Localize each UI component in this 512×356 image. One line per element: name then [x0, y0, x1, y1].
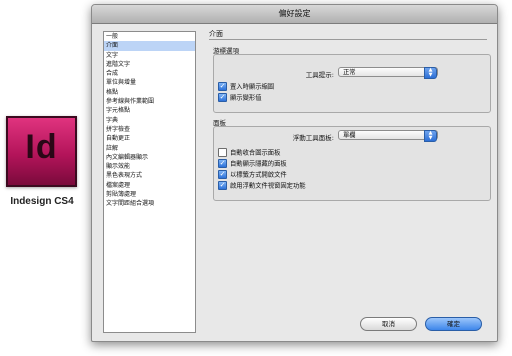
- indesign-logo: Id: [6, 116, 77, 187]
- section-title: 介面: [209, 30, 223, 38]
- product-name: Indesign CS4: [10, 196, 74, 207]
- sidebar-item-type[interactable]: 文字: [104, 51, 195, 60]
- auto-collapse-checkbox[interactable]: [218, 148, 227, 157]
- window-title: 偏好設定: [278, 9, 311, 18]
- show-transform-checkbox[interactable]: ✓: [218, 93, 227, 102]
- sidebar-item-story-editor[interactable]: 內文編輯器顯示: [104, 153, 195, 162]
- floating-tools-select[interactable]: 單欄 ▲ ▼: [338, 130, 438, 142]
- sidebar-item-advanced-type[interactable]: 進階文字: [104, 60, 195, 69]
- auto-collapse-label: 自動收合圖示面板: [230, 149, 281, 157]
- auto-show-hidden-checkbox[interactable]: ✓: [218, 159, 227, 168]
- tool-tips-value: 正常: [343, 69, 356, 76]
- sidebar-item-file-handling[interactable]: 檔案處理: [104, 181, 195, 190]
- show-transform-checkbox-row[interactable]: ✓ 顯示變形值: [218, 93, 261, 102]
- tool-tips-select[interactable]: 正常 ▲ ▼: [338, 67, 438, 79]
- preferences-window: 偏好設定 一般 介面 文字 進階文字 合成 單位與增量 格點 參考線與作業範圍 …: [91, 4, 498, 342]
- place-thumbnail-label: 置入時顯示縮圖: [230, 83, 275, 91]
- title-bar[interactable]: 偏好設定: [92, 5, 497, 24]
- floating-tools-label: 浮動工具面板:: [292, 134, 334, 142]
- sidebar-item-frame-grid[interactable]: 字元格點: [104, 106, 195, 115]
- sidebar-item-composition[interactable]: 合成: [104, 69, 195, 78]
- open-as-tabs-checkbox[interactable]: ✓: [218, 170, 227, 179]
- open-as-tabs-label: 以標籤方式開啟文件: [230, 171, 287, 179]
- sidebar-item-interface[interactable]: 介面: [104, 41, 195, 51]
- sidebar-item-units[interactable]: 單位與增量: [104, 78, 195, 87]
- sidebar-item-guides[interactable]: 參考線與作業範圍: [104, 97, 195, 106]
- floating-docking-checkbox-row[interactable]: ✓ 啟用浮動文件視窗固定功能: [218, 181, 306, 190]
- sidebar-item-appearance-of-black[interactable]: 黑色表現方式: [104, 171, 195, 180]
- sidebar-item-grids[interactable]: 格點: [104, 88, 195, 97]
- logo-text: Id: [25, 128, 58, 166]
- ok-button[interactable]: 確定: [425, 317, 482, 331]
- sidebar-item-mojikumi[interactable]: 文字間距組合選項: [104, 199, 195, 208]
- floating-docking-label: 啟用浮動文件視窗固定功能: [230, 182, 306, 190]
- preferences-category-list[interactable]: 一般 介面 文字 進階文字 合成 單位與增量 格點 參考線與作業範圍 字元格點 …: [103, 31, 196, 333]
- sidebar-item-general[interactable]: 一般: [104, 32, 195, 41]
- sidebar-item-spelling[interactable]: 拼字檢查: [104, 125, 195, 134]
- floating-docking-checkbox[interactable]: ✓: [218, 181, 227, 190]
- floating-tools-value: 單欄: [343, 132, 356, 139]
- place-thumbnail-checkbox[interactable]: ✓: [218, 82, 227, 91]
- auto-show-hidden-checkbox-row[interactable]: ✓ 自動顯示隱藏的面板: [218, 159, 287, 168]
- sidebar-item-notes[interactable]: 註解: [104, 144, 195, 153]
- open-as-tabs-checkbox-row[interactable]: ✓ 以標籤方式開啟文件: [218, 170, 287, 179]
- sidebar-item-clipboard[interactable]: 剪貼簿處理: [104, 190, 195, 199]
- select-arrows-icon: ▲ ▼: [424, 130, 437, 142]
- section-divider: [209, 39, 487, 40]
- sidebar-item-dictionary[interactable]: 字典: [104, 116, 195, 125]
- tool-tips-label: 工具提示:: [305, 71, 334, 79]
- sidebar-item-display-performance[interactable]: 顯示效能: [104, 162, 195, 171]
- place-thumbnail-checkbox-row[interactable]: ✓ 置入時顯示縮圖: [218, 82, 274, 91]
- sidebar-item-autocorrect[interactable]: 自動更正: [104, 134, 195, 143]
- auto-collapse-checkbox-row[interactable]: 自動收合圖示面板: [218, 148, 280, 157]
- auto-show-hidden-label: 自動顯示隱藏的面板: [230, 160, 287, 168]
- show-transform-label: 顯示變形值: [230, 94, 262, 102]
- cancel-button[interactable]: 取消: [360, 317, 417, 331]
- select-arrows-icon: ▲ ▼: [424, 67, 437, 79]
